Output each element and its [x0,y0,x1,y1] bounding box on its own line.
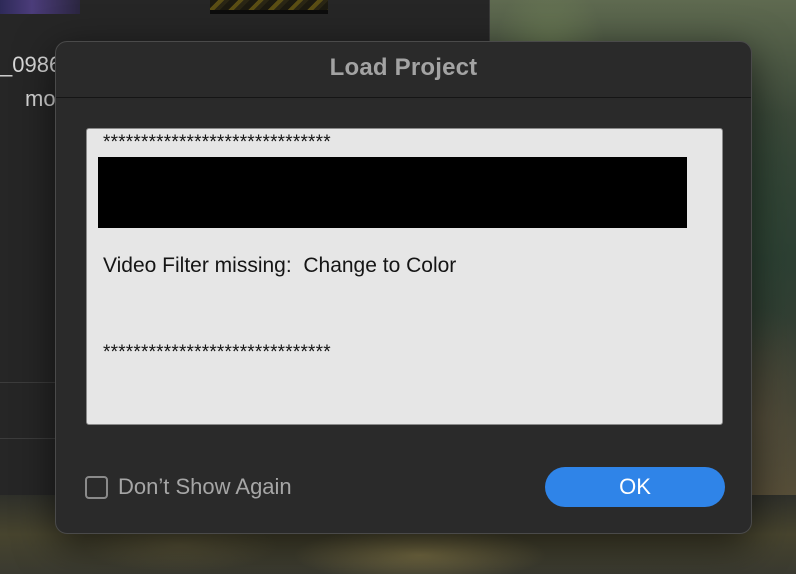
missing-filter-message: Video Filter missing: Change to Color [103,254,457,277]
clip-name-label: _0986 [0,52,62,77]
separator-line: ****************************** [103,132,331,153]
dont-show-again-checkbox[interactable] [85,475,108,499]
dont-show-again-row[interactable]: Don’t Show Again [85,473,292,501]
separator-line: ****************************** [103,342,331,363]
load-project-dialog: Load Project ***************************… [55,41,752,534]
dont-show-again-label[interactable]: Don’t Show Again [118,474,292,500]
clip-info-label: mo [25,86,56,111]
redacted-area [98,157,687,228]
clip-thumbnail[interactable] [210,0,328,14]
dialog-title: Load Project [329,54,478,81]
title-separator [56,97,751,98]
ok-button[interactable]: OK [545,467,725,507]
clip-thumbnail[interactable] [0,0,80,14]
message-box: ****************************** Video Fil… [86,128,723,425]
